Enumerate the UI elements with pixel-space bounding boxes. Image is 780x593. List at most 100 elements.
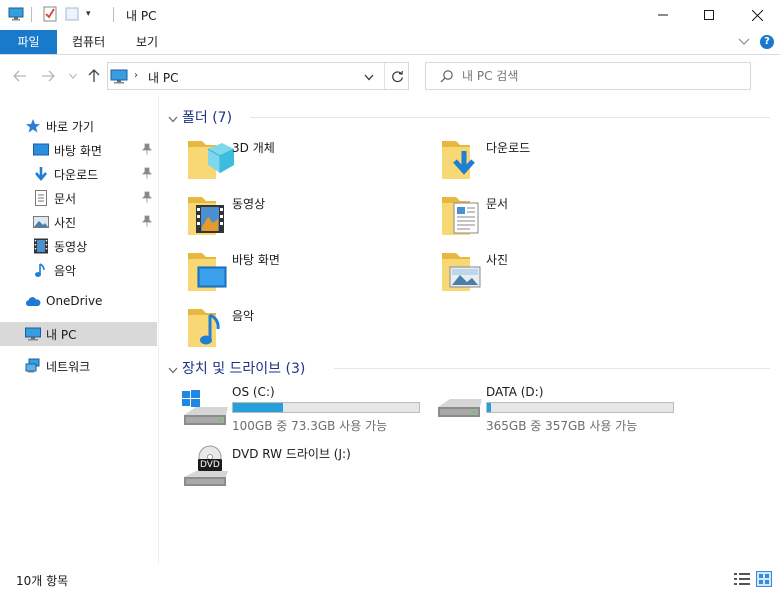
folder-downloads-icon xyxy=(440,135,488,183)
folder-label: 바탕 화면 xyxy=(232,253,280,267)
close-button[interactable] xyxy=(734,0,780,30)
folder-label: 음악 xyxy=(232,309,255,323)
pictures-icon xyxy=(33,214,49,230)
sidebar-item-videos[interactable]: 동영상 xyxy=(0,235,157,257)
drive-usage-fill xyxy=(487,403,492,412)
help-button[interactable]: ? xyxy=(760,35,774,49)
recent-locations-button[interactable] xyxy=(64,67,82,85)
sidebar-item-downloads[interactable]: 다운로드 xyxy=(0,163,157,185)
group-divider xyxy=(250,117,770,118)
arrow-up-icon xyxy=(88,69,100,82)
search-input[interactable] xyxy=(462,65,742,87)
arrow-right-icon xyxy=(42,70,55,82)
sidebar-item-label: 동영상 xyxy=(54,240,88,254)
sidebar-item-network[interactable]: 네트워크 xyxy=(0,355,157,377)
details-view-icon xyxy=(734,573,750,585)
cloud-icon xyxy=(25,294,41,310)
chevron-down-icon xyxy=(738,38,750,45)
expand-ribbon-button[interactable] xyxy=(738,35,750,50)
sidebar-item-quick-access[interactable]: 바로 가기 xyxy=(0,115,157,137)
star-icon xyxy=(25,118,41,134)
drive-name: DATA (D:) xyxy=(486,385,544,399)
group-title: 장치 및 드라이브 (3) xyxy=(182,361,306,377)
folder-documents[interactable]: 문서 xyxy=(440,191,680,243)
desktop-icon xyxy=(33,142,49,158)
tab-file[interactable]: 파일 xyxy=(0,30,57,54)
drive-d[interactable]: DATA (D:) 365GB 중 357GB 사용 가능 xyxy=(436,385,686,441)
pin-icon xyxy=(142,143,152,158)
close-icon xyxy=(751,9,763,21)
drives-group-header[interactable]: 장치 및 드라이브 (3) xyxy=(168,357,772,379)
address-history-dropdown[interactable] xyxy=(360,68,378,86)
sidebar-item-label: OneDrive xyxy=(46,294,103,308)
document-icon xyxy=(33,190,49,206)
search-box[interactable] xyxy=(425,62,751,90)
minimize-icon xyxy=(658,14,668,16)
sidebar-item-pictures[interactable]: 사진 xyxy=(0,211,157,233)
chevron-down-icon xyxy=(69,73,77,79)
sidebar-item-label: 다운로드 xyxy=(54,168,99,182)
chevron-down-icon xyxy=(168,363,178,377)
window-title: 내 PC xyxy=(126,9,157,23)
folder-label: 동영상 xyxy=(232,197,266,211)
item-count: 10개 항목 xyxy=(16,574,69,588)
folder-3d-objects-icon xyxy=(186,135,235,183)
drive-dvd[interactable]: DVD DVD RW 드라이브 (J:) xyxy=(182,445,432,501)
sidebar-item-desktop[interactable]: 바탕 화면 xyxy=(0,139,157,161)
folder-pictures[interactable]: 사진 xyxy=(440,247,680,299)
large-icons-view-button[interactable] xyxy=(756,571,772,587)
tab-view[interactable]: 보기 xyxy=(124,30,170,54)
new-folder-button[interactable] xyxy=(64,6,80,22)
sidebar-item-label: 바로 가기 xyxy=(46,120,94,134)
arrow-left-icon xyxy=(13,70,26,82)
sidebar-item-music[interactable]: 음악 xyxy=(0,259,157,281)
folder-videos[interactable]: 동영상 xyxy=(186,191,426,243)
group-divider xyxy=(334,368,770,369)
content-pane: 폴더 (7) 3D 개체 다운로드 동영상 문서 바탕 화면 사진 음악 장치 … xyxy=(160,95,780,565)
folders-group-header[interactable]: 폴더 (7) xyxy=(168,106,772,128)
folder-downloads[interactable]: 다운로드 xyxy=(440,135,680,187)
music-icon xyxy=(33,262,49,278)
maximize-button[interactable] xyxy=(686,0,732,30)
chevron-down-icon xyxy=(168,112,178,126)
navigation-pane: 바로 가기 바탕 화면 다운로드 문서 사진 동영상 음악 OneDrive 내… xyxy=(0,95,159,565)
drive-c[interactable]: OS (C:) 100GB 중 73.3GB 사용 가능 xyxy=(182,385,432,441)
tiles-view-icon xyxy=(759,574,769,584)
drive-usage-bar xyxy=(232,402,420,413)
pin-icon xyxy=(142,215,152,230)
up-button[interactable] xyxy=(85,67,103,85)
details-view-button[interactable] xyxy=(734,573,750,588)
refresh-icon xyxy=(392,70,403,82)
dvd-disc-label: DVD xyxy=(200,460,220,470)
minimize-button[interactable] xyxy=(640,0,686,30)
refresh-button[interactable] xyxy=(384,63,410,89)
pin-icon xyxy=(142,167,152,182)
customize-quick-access-dropdown[interactable]: ▾ xyxy=(86,9,91,19)
dvd-drive-icon: DVD xyxy=(182,445,230,493)
folder-music[interactable]: 음악 xyxy=(186,303,426,355)
sidebar-item-onedrive[interactable]: OneDrive xyxy=(0,291,157,313)
navigation-bar: › 내 PC xyxy=(0,55,780,95)
breadcrumb-this-pc[interactable]: 내 PC xyxy=(148,69,178,86)
tab-computer[interactable]: 컴퓨터 xyxy=(60,30,117,54)
sidebar-item-label: 네트워크 xyxy=(46,360,91,374)
breadcrumb-separator[interactable]: › xyxy=(134,70,138,81)
chevron-down-icon xyxy=(364,74,374,80)
back-button[interactable] xyxy=(11,67,29,85)
address-bar[interactable]: › 내 PC xyxy=(107,62,409,90)
folder-desktop-icon xyxy=(186,247,234,295)
sidebar-item-this-pc[interactable]: 내 PC xyxy=(0,322,157,346)
sidebar-item-label: 내 PC xyxy=(46,328,77,342)
quick-access-divider xyxy=(31,7,32,22)
sidebar-item-label: 문서 xyxy=(54,192,77,206)
folder-desktop[interactable]: 바탕 화면 xyxy=(186,247,426,299)
sidebar-item-label: 바탕 화면 xyxy=(54,144,102,158)
maximize-icon xyxy=(704,10,714,20)
sidebar-item-documents[interactable]: 문서 xyxy=(0,187,157,209)
forward-button[interactable] xyxy=(39,67,57,85)
drive-usage-fill xyxy=(233,403,283,412)
video-icon xyxy=(33,238,49,254)
drive-name: OS (C:) xyxy=(232,385,275,399)
folder-3d-objects[interactable]: 3D 개체 xyxy=(186,135,426,187)
properties-button[interactable] xyxy=(42,6,58,22)
